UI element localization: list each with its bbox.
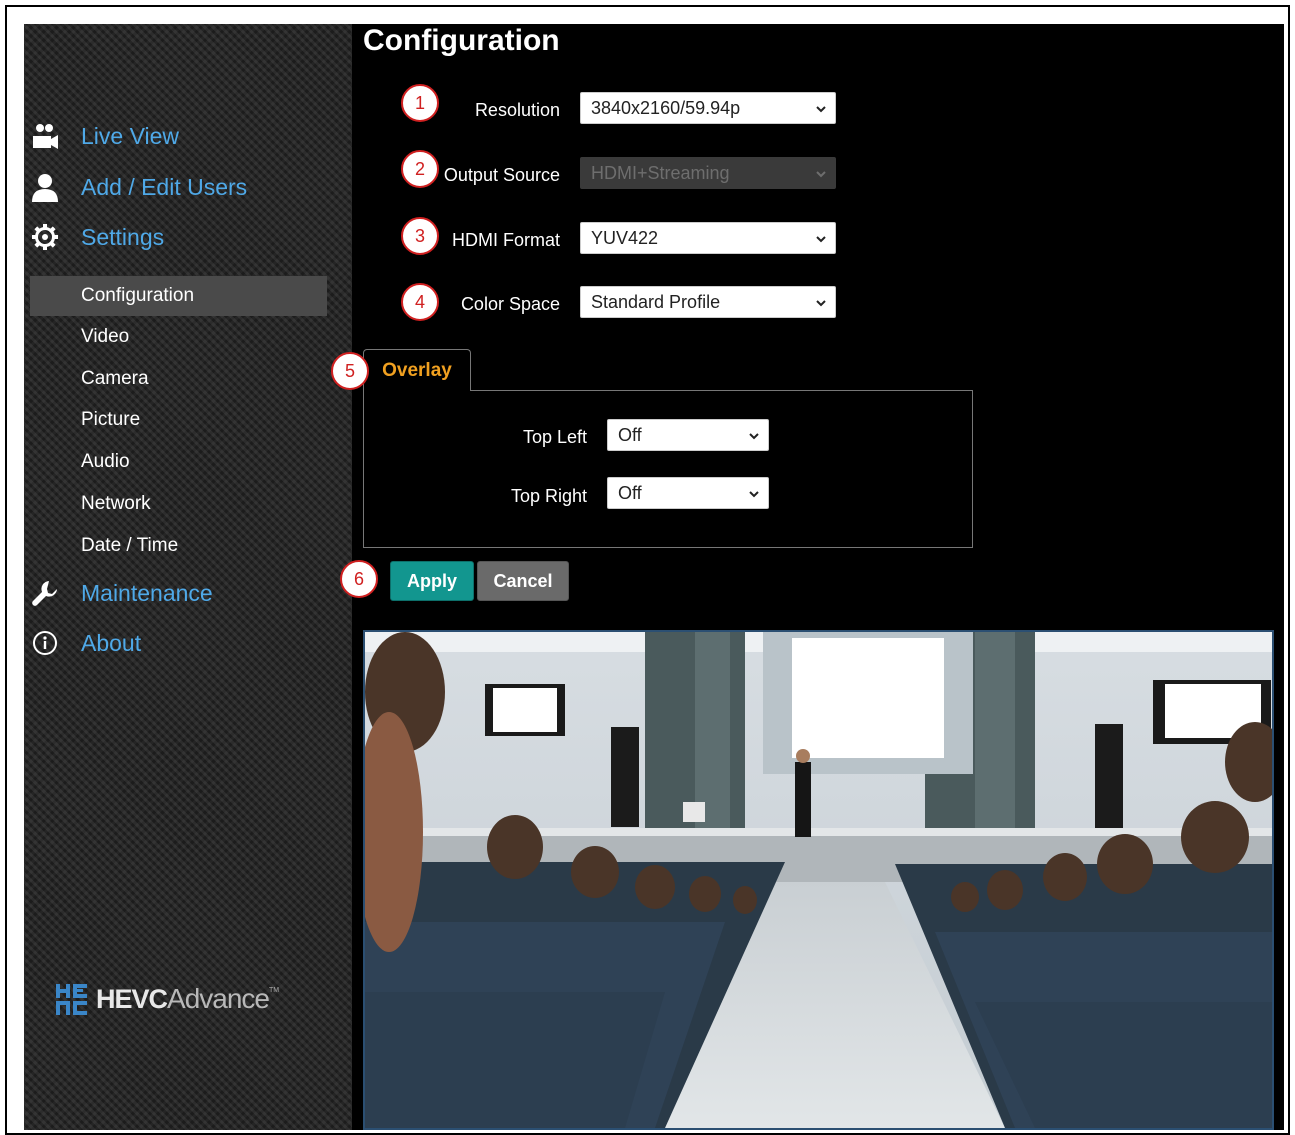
sidebar-item-network[interactable]: Network (30, 484, 327, 524)
resolution-value: 3840x2160/59.94p (591, 97, 741, 118)
nav-live-view[interactable]: Live View (24, 116, 352, 156)
sidebar-item-picture[interactable]: Picture (30, 400, 327, 440)
top-right-row: Top Right (424, 480, 587, 512)
color-space-value: Standard Profile (591, 291, 721, 312)
sidebar-item-label: Camera (81, 368, 149, 389)
resolution-label: Resolution (474, 100, 560, 120)
gear-icon (30, 222, 60, 252)
sidebar-item-audio[interactable]: Audio (30, 442, 327, 482)
callout-6: 6 (340, 560, 378, 598)
output-source-label: Output Source (443, 165, 560, 185)
color-space-row: Color Space (404, 288, 560, 320)
sidebar-item-video[interactable]: Video (30, 317, 327, 357)
tab-overlay[interactable]: Overlay (363, 349, 471, 391)
nav-settings[interactable]: Settings (24, 217, 352, 257)
sidebar-item-camera[interactable]: Camera (30, 359, 327, 399)
sidebar: Live View Add / Edit Users Settings Conf… (24, 24, 352, 1130)
nav-maintenance-label: Maintenance (81, 579, 213, 606)
cancel-button[interactable]: Cancel (477, 561, 569, 601)
chevron-down-icon (816, 236, 826, 243)
chevron-down-icon (816, 106, 826, 113)
top-left-select[interactable]: Off (607, 419, 769, 451)
info-icon (30, 628, 60, 658)
sidebar-item-label: Picture (81, 409, 141, 430)
nav-maintenance[interactable]: Maintenance (24, 573, 352, 613)
top-left-value: Off (618, 424, 642, 445)
nav-add-edit-users[interactable]: Add / Edit Users (24, 167, 352, 207)
sidebar-item-label: Configuration (81, 285, 195, 306)
color-space-label: Color Space (460, 294, 560, 314)
logo-advance-text: Advance (167, 983, 270, 1014)
chevron-down-icon (749, 491, 759, 498)
hevc-logo-mark-icon (56, 984, 87, 1015)
logo-tm: TM (268, 987, 280, 994)
page-title: Configuration (363, 24, 560, 57)
nav-settings-label: Settings (81, 223, 165, 250)
camera-users-icon (30, 121, 60, 151)
overlay-panel: Top Left Off Top Right Off (363, 390, 973, 548)
hdmi-format-label: HDMI Format (452, 230, 560, 250)
top-left-label: Top Left (522, 427, 587, 447)
resolution-select[interactable]: 3840x2160/59.94p (580, 92, 836, 124)
apply-button[interactable]: Apply (390, 561, 474, 601)
sidebar-item-configuration[interactable]: Configuration (30, 276, 327, 316)
sidebar-item-label: Audio (81, 451, 130, 472)
hdmi-format-row: HDMI Format (404, 224, 560, 256)
chevron-down-icon (816, 300, 826, 307)
top-right-label: Top Right (510, 486, 587, 506)
sidebar-item-label: Video (81, 326, 130, 347)
nav-live-view-label: Live View (81, 122, 180, 149)
user-icon (30, 172, 60, 202)
sidebar-item-label: Date / Time (81, 535, 179, 556)
nav-about-label: About (81, 629, 142, 656)
chevron-down-icon (749, 433, 759, 440)
wrench-icon (30, 578, 60, 608)
color-space-select[interactable]: Standard Profile (580, 286, 836, 318)
sidebar-item-label: Network (81, 493, 151, 514)
hevc-advance-logo: HEVC Advance TM (54, 981, 279, 1017)
tab-overlay-label: Overlay (382, 359, 452, 381)
output-source-value: HDMI+Streaming (591, 162, 730, 183)
live-video-preview (363, 630, 1274, 1130)
nav-add-edit-users-label: Add / Edit Users (81, 173, 248, 200)
top-right-value: Off (618, 482, 642, 503)
resolution-row: Resolution (404, 94, 560, 126)
output-source-select[interactable]: HDMI+Streaming (580, 157, 836, 189)
top-right-select[interactable]: Off (607, 477, 769, 509)
auditorium-scene-image (365, 632, 1272, 1128)
nav-about[interactable]: About (24, 623, 352, 663)
hdmi-format-select[interactable]: YUV422 (580, 222, 836, 254)
output-source-row: Output Source (404, 159, 560, 191)
callout-5: 5 (331, 352, 369, 390)
logo-hevc-text: HEVC (96, 983, 168, 1014)
web-ui-screen: Live View Add / Edit Users Settings Conf… (24, 24, 1284, 1130)
hdmi-format-value: YUV422 (591, 227, 659, 248)
chevron-down-icon (816, 171, 826, 178)
top-left-row: Top Left (424, 421, 587, 453)
sidebar-item-date-time[interactable]: Date / Time (30, 526, 327, 566)
